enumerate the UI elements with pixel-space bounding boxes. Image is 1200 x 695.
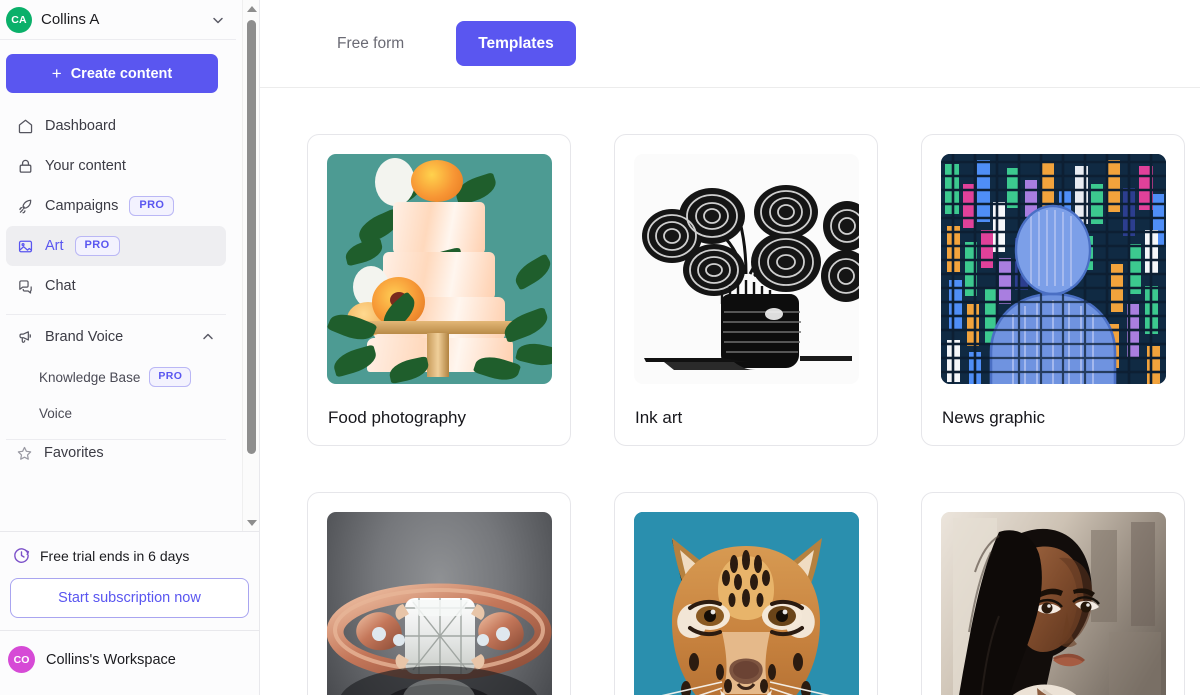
black-ink-roses-vase xyxy=(634,154,859,384)
trial-panel: Free trial ends in 6 days Start subscrip… xyxy=(0,531,259,630)
template-card[interactable]: Ink art xyxy=(614,134,878,446)
template-card[interactable] xyxy=(921,492,1185,695)
template-card[interactable]: Food photography xyxy=(307,134,571,446)
sidebar-group-label: Brand Voice xyxy=(45,329,124,345)
template-card-title: News graphic xyxy=(942,408,1045,427)
sidebar-item-campaigns[interactable]: Campaigns PRO xyxy=(6,186,226,226)
sidebar-content: CA Collins A + Create content Dashboard … xyxy=(0,0,236,466)
main-content: Free form Templates Food photography Ink… xyxy=(260,0,1200,695)
sidebar-item-label: Campaigns xyxy=(45,198,119,214)
sidebar-item-dashboard[interactable]: Dashboard xyxy=(6,106,226,146)
sidebar-scrollbar[interactable] xyxy=(242,0,259,531)
workspace-avatar: CO xyxy=(8,646,35,673)
chat-icon xyxy=(16,277,34,295)
workspace-name: Collins's Workspace xyxy=(46,651,176,668)
chevron-up-icon[interactable] xyxy=(200,329,216,345)
sidebar-item-label: Favorites xyxy=(44,445,104,461)
sidebar-item-your-content[interactable]: Your content xyxy=(6,146,226,186)
create-content-label: Create content xyxy=(70,65,173,82)
start-subscription-button[interactable]: Start subscription now xyxy=(10,578,249,618)
template-card-title: Food photography xyxy=(328,408,466,427)
scrollbar-thumb[interactable] xyxy=(247,20,256,454)
diamond-ring-photo xyxy=(327,512,552,695)
tab-templates[interactable]: Templates xyxy=(456,21,576,66)
account-switcher[interactable]: CA Collins A xyxy=(0,0,236,40)
rocket-icon xyxy=(16,197,34,215)
sidebar-subitem-label: Voice xyxy=(39,405,73,421)
image-icon xyxy=(16,237,34,255)
pro-badge: PRO xyxy=(149,367,192,387)
lock-icon xyxy=(16,157,34,175)
mode-tabs: Free form Templates xyxy=(260,0,1200,88)
template-card[interactable] xyxy=(614,492,878,695)
account-name: Collins A xyxy=(41,11,100,28)
chevron-down-icon[interactable] xyxy=(210,12,226,28)
abstract-news-figure-graphic xyxy=(941,154,1166,384)
pro-badge: PRO xyxy=(129,196,175,216)
template-card-title: Ink art xyxy=(635,408,683,427)
plus-icon: + xyxy=(51,64,62,83)
sidebar-item-favorites[interactable]: Favorites xyxy=(6,440,226,466)
megaphone-icon xyxy=(16,328,34,346)
create-content-wrap: + Create content xyxy=(0,40,236,103)
trial-text: Free trial ends in 6 days xyxy=(40,547,190,564)
trial-status: Free trial ends in 6 days xyxy=(10,546,249,565)
sidebar-item-voice[interactable]: Voice xyxy=(6,395,226,431)
star-icon xyxy=(16,445,33,462)
sidebar-item-knowledge-base[interactable]: Knowledge Base PRO xyxy=(6,359,226,395)
scroll-up-arrow-icon[interactable] xyxy=(243,0,259,17)
clock-icon xyxy=(12,546,31,565)
account-avatar: CA xyxy=(6,6,32,33)
template-card[interactable] xyxy=(307,492,571,695)
woman-portrait-photo xyxy=(941,512,1166,695)
scroll-down-arrow-icon[interactable] xyxy=(243,514,259,531)
template-grid: Food photography Ink art News graphic xyxy=(260,88,1200,695)
template-card[interactable]: News graphic xyxy=(921,134,1185,446)
sidebar-item-label: Art xyxy=(45,238,64,254)
sidebar-item-label: Your content xyxy=(45,158,126,174)
sidebar-subitem-label: Knowledge Base xyxy=(39,369,141,385)
home-icon xyxy=(16,117,34,135)
sidebar-item-chat[interactable]: Chat xyxy=(6,266,226,306)
primary-nav: Dashboard Your content Campaigns PRO Art… xyxy=(0,103,236,466)
create-content-button[interactable]: + Create content xyxy=(6,54,218,93)
sidebar-group-brand-voice[interactable]: Brand Voice xyxy=(6,315,226,359)
wedding-cake-photo xyxy=(327,154,552,384)
sidebar-scroll-area: CA Collins A + Create content Dashboard … xyxy=(0,0,259,531)
pro-badge: PRO xyxy=(74,236,120,256)
sidebar-item-label: Dashboard xyxy=(45,118,116,134)
sidebar-item-label: Chat xyxy=(45,278,76,294)
sidebar: CA Collins A + Create content Dashboard … xyxy=(0,0,260,695)
sidebar-item-art[interactable]: Art PRO xyxy=(6,226,226,266)
app-root: CA Collins A + Create content Dashboard … xyxy=(0,0,1200,695)
tab-free-form[interactable]: Free form xyxy=(315,21,426,66)
ocelot-portrait-photo xyxy=(634,512,859,695)
workspace-switcher[interactable]: CO Collins's Workspace xyxy=(0,630,259,688)
